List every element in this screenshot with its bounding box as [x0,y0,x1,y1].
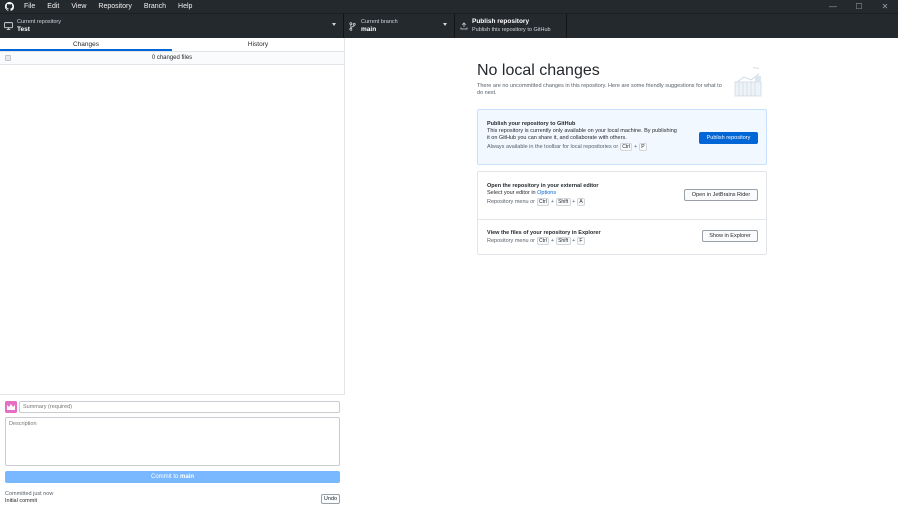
commit-panel: Commit to main Committed just now Initia… [0,394,345,506]
menu-edit[interactable]: Edit [41,0,65,13]
empty-state-illustration-icon [731,64,767,100]
upload-icon [455,22,472,30]
editor-card-text: Select your editor in Options [487,190,677,197]
explorer-card-hint: Repository menu or Ctrl + Shift + F [487,237,677,245]
shortcut-key: Ctrl [619,143,633,151]
current-branch-name: main [361,26,377,33]
menu-view[interactable]: View [65,0,92,13]
menu-repository[interactable]: Repository [92,0,137,13]
publish-repository-toolbar-button[interactable]: Publish repository Publish this reposito… [455,14,567,38]
no-changes-view: No local changes There are no uncommitte… [345,38,898,506]
desktop-icon [0,22,17,30]
commit-summary-input[interactable] [19,401,340,413]
page-subtitle: There are no uncommitted changes in this… [477,83,722,96]
show-in-explorer-button[interactable]: Show in Explorer [702,230,758,242]
shortcut-key: P [638,143,648,151]
github-logo-icon[interactable] [0,0,18,13]
page-title: No local changes [477,62,600,79]
options-link[interactable]: Options [537,190,556,196]
open-in-editor-button[interactable]: Open in JetBrains Rider [684,189,758,201]
editor-hint-text: Repository menu or [487,199,535,205]
suggestions-card: Open the repository in your external edi… [477,171,767,255]
chevron-down-icon [332,23,336,26]
menu-branch[interactable]: Branch [138,0,172,13]
shortcut-key: F [576,237,585,245]
title-bar: File Edit View Repository Branch Help — … [0,0,898,13]
current-repository-label: Current repository [17,19,62,25]
publish-card-hint: Always available in the toolbar for loca… [487,143,677,151]
maximize-button[interactable]: ☐ [846,0,872,13]
menu-help[interactable]: Help [172,0,198,13]
editor-card-title: Open the repository in your external edi… [487,183,599,189]
tab-changes[interactable]: Changes [0,38,172,51]
last-commit-time: Committed just now [5,491,54,497]
current-repository-button[interactable]: Current repository Test [0,14,344,38]
editor-text-prefix: Select your editor in [487,190,536,196]
publish-hint-text: Always available in the toolbar for loca… [487,144,619,150]
select-all-checkbox[interactable] [5,55,11,61]
current-repository-name: Test [17,26,30,33]
publish-repository-title: Publish repository [472,18,530,25]
changed-files-count: 0 changed files [151,55,193,61]
explorer-card-title: View the files of your repository in Exp… [487,230,601,236]
explorer-hint-text: Repository menu or [487,238,535,244]
sidebar-tabs: Changes History [0,38,344,52]
close-button[interactable]: ✕ [872,0,898,13]
current-branch-label: Current branch [361,19,398,25]
menu-file[interactable]: File [18,0,41,13]
changes-sidebar: Changes History 0 changed files Commit t… [0,38,345,506]
publish-card-title: Publish your repository to GitHub [487,121,576,127]
current-branch-button[interactable]: Current branch main [344,14,455,38]
publish-repository-desc: Publish this repository to GitHub [472,27,551,33]
commit-description-input[interactable] [5,417,340,466]
changes-list-header: 0 changed files [0,52,344,65]
editor-card-hint: Repository menu or Ctrl + Shift + A [487,198,677,206]
last-commit-message: Initial commit [5,498,38,504]
minimize-button[interactable]: — [820,0,846,13]
shortcut-key: Ctrl [536,237,550,245]
divider [478,219,766,220]
shortcut-key: Shift [555,237,571,245]
publish-card-text: This repository is currently only availa… [487,128,677,141]
chevron-down-icon [443,23,447,26]
undo-button[interactable]: Undo [321,494,340,504]
shortcut-key: Ctrl [536,198,550,206]
shortcut-key: Shift [555,198,571,206]
commit-button-prefix: Commit to [150,474,179,480]
commit-button[interactable]: Commit to main [5,471,340,483]
last-commit-info: Committed just now Initial commit [5,491,53,505]
git-branch-icon [344,21,361,31]
tab-history[interactable]: History [172,38,344,51]
window-controls: — ☐ ✕ [820,0,898,13]
commit-button-branch: main [180,474,195,480]
shortcut-key: A [576,198,586,206]
menu-bar: File Edit View Repository Branch Help [18,0,198,13]
publish-repository-button[interactable]: Publish repository [699,132,758,144]
toolbar: Current repository Test Current branch m… [0,13,898,38]
publish-card: Publish your repository to GitHub This r… [477,109,767,165]
avatar[interactable] [5,401,17,413]
